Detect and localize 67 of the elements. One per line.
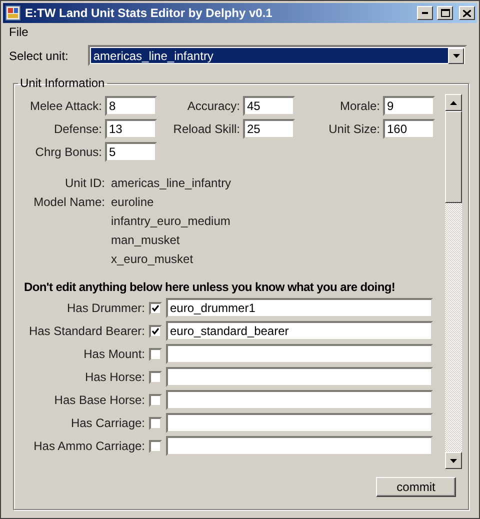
input-field[interactable]: 45 (243, 96, 295, 116)
checkbox[interactable] (149, 440, 162, 452)
field-label: Select unit: (9, 48, 68, 62)
input-field[interactable]: 8 (105, 96, 157, 116)
field-label: Unit Size: (328, 122, 380, 136)
checkbox[interactable] (149, 324, 162, 338)
field-label: Accuracy: (186, 99, 240, 113)
field-label: Model Name: (32, 195, 105, 209)
menu-item[interactable]: File (7, 25, 30, 39)
down-arrow-icon (450, 458, 457, 462)
unit-dropdown[interactable]: americas_line_infantry (88, 45, 467, 66)
checkbox[interactable] (149, 394, 162, 406)
input-field[interactable]: 5 (105, 142, 157, 162)
dropdown-arrow-icon (452, 54, 460, 58)
field-label: Has Mount: (82, 347, 145, 361)
close-button[interactable] (459, 6, 475, 20)
field-label: Has Standard Bearer: (28, 324, 145, 338)
field-value: x_euro_musket (111, 252, 194, 266)
checkmark-icon (152, 328, 159, 334)
input-field[interactable]: euro_standard_bearer (166, 321, 433, 341)
field-label: Has Drummer: (66, 301, 145, 315)
scroll-down-button[interactable] (445, 452, 462, 469)
input-field[interactable]: 160 (383, 119, 435, 139)
minimize-button[interactable] (417, 6, 433, 20)
input-field[interactable]: 25 (243, 119, 295, 139)
field-value: man_musket (111, 233, 181, 247)
field-label: Has Carriage: (70, 416, 145, 430)
checkmark-icon (152, 304, 159, 312)
warning-text: Don't edit anything below here unless you know what you are doing! (24, 280, 396, 294)
checkbox[interactable] (149, 302, 162, 314)
group-title: Unit Information (19, 76, 106, 90)
maximize-button[interactable] (437, 6, 453, 20)
field-label: Melee Attack: (28, 99, 102, 113)
input-field[interactable] (166, 413, 433, 433)
input-field[interactable] (166, 390, 433, 410)
checkbox[interactable] (149, 370, 162, 384)
field-label: Chrg Bonus: (34, 145, 102, 159)
field-label: Has Base Horse: (53, 393, 145, 407)
app-icon (5, 5, 21, 21)
up-arrow-icon (450, 100, 457, 104)
field-label: Defense: (52, 122, 102, 136)
minimize-icon (422, 12, 428, 14)
input-field[interactable] (166, 367, 433, 387)
input-field[interactable]: 13 (105, 119, 157, 139)
field-label: Morale: (338, 99, 380, 113)
field-label: Reload Skill: (172, 122, 240, 136)
input-field[interactable] (166, 436, 433, 456)
field-label: Unit ID: (64, 176, 105, 190)
field-label: Has Ammo Carriage: (32, 439, 145, 453)
scrollbar[interactable] (445, 94, 462, 469)
field-value: euroline (111, 195, 155, 209)
input-field[interactable]: 9 (383, 96, 435, 116)
input-field[interactable]: euro_drummer1 (166, 298, 433, 318)
input-field[interactable] (166, 344, 433, 364)
close-icon (463, 10, 471, 16)
selected-value: americas_line_infantry (91, 48, 448, 63)
checkbox[interactable] (149, 348, 162, 360)
scroll-thumb[interactable] (445, 111, 462, 203)
maximize-icon (440, 9, 450, 17)
window-title: E:TW Land Unit Stats Editor by Delphy v0.1 (25, 6, 274, 20)
field-value: americas_line_infantry (111, 176, 232, 190)
field-value: infantry_euro_medium (111, 214, 232, 228)
field-label: Has Horse: (84, 370, 145, 384)
checkbox[interactable] (149, 416, 162, 430)
dropdown-button[interactable] (448, 48, 464, 64)
scroll-up-button[interactable] (445, 94, 462, 111)
commit-button[interactable]: commit (376, 477, 456, 497)
